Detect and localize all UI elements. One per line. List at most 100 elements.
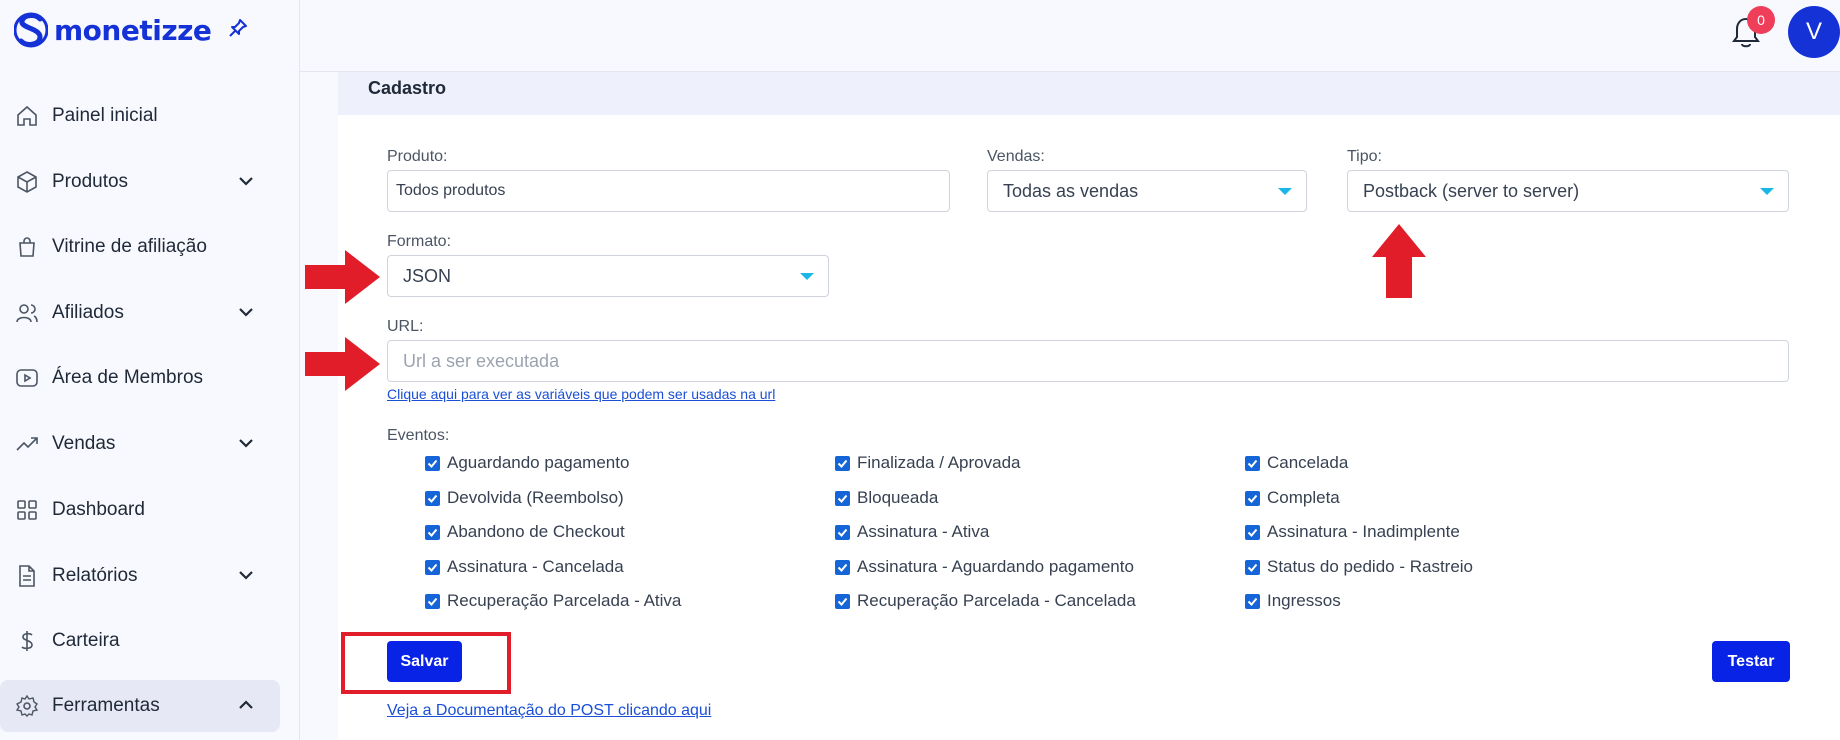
url-input[interactable]: Url a ser executada — [387, 340, 1789, 382]
play-icon — [14, 365, 40, 391]
formato-label: Formato: — [387, 233, 452, 250]
event-label: Aguardando pagamento — [447, 453, 630, 472]
chevron-down-icon[interactable] — [236, 171, 256, 197]
card-title: Cadastro — [368, 78, 447, 98]
eventos-label: Eventos: — [387, 427, 450, 444]
checkbox-checked-icon[interactable] — [835, 524, 850, 540]
event-checkbox[interactable]: Assinatura - Ativa — [835, 522, 989, 542]
checkbox-checked-icon[interactable] — [425, 524, 440, 540]
red-arrow-right-icon — [305, 337, 380, 391]
event-label: Assinatura - Inadimplente — [1267, 522, 1460, 541]
formato-select[interactable]: JSON — [387, 255, 829, 297]
checkbox-checked-icon[interactable] — [425, 455, 440, 471]
checkbox-checked-icon[interactable] — [425, 593, 440, 609]
sidebar-item-label: Vitrine de afiliação — [52, 236, 207, 257]
caret-down-icon — [800, 273, 814, 280]
sidebar-item-area-membros[interactable]: Área de Membros — [0, 352, 280, 404]
checkbox-checked-icon[interactable] — [835, 490, 850, 506]
sidebar-item-dashboard[interactable]: Dashboard — [0, 484, 280, 536]
event-checkbox[interactable]: Completa — [1245, 488, 1340, 508]
url-placeholder: Url a ser executada — [403, 350, 560, 371]
checkbox-checked-icon[interactable] — [1245, 524, 1260, 540]
brand-name: monetizze — [54, 13, 212, 47]
avatar[interactable]: V — [1788, 6, 1840, 58]
post-documentation-link[interactable]: Veja a Documentação do POST clicando aqu… — [387, 702, 711, 720]
produto-label: Produto: — [387, 148, 448, 165]
event-label: Recuperação Parcelada - Cancelada — [857, 591, 1136, 610]
chevron-down-icon[interactable] — [236, 433, 256, 459]
checkbox-checked-icon[interactable] — [835, 593, 850, 609]
card-header: Cadastro — [338, 72, 1840, 115]
event-checkbox[interactable]: Abandono de Checkout — [425, 522, 625, 542]
cadastro-card: Cadastro Produto: Todos produtos Vendas:… — [338, 72, 1840, 740]
dollar-icon — [14, 628, 40, 654]
sidebar-item-label: Painel inicial — [52, 105, 158, 126]
sidebar-item-painel-inicial[interactable]: Painel inicial — [0, 90, 280, 142]
event-checkbox[interactable]: Ingressos — [1245, 591, 1341, 611]
sidebar-item-label: Vendas — [52, 433, 116, 454]
event-label: Completa — [1267, 488, 1340, 507]
event-checkbox[interactable]: Finalizada / Aprovada — [835, 453, 1021, 473]
event-checkbox[interactable]: Recuperação Parcelada - Cancelada — [835, 591, 1136, 611]
sidebar-item-label: Ferramentas — [52, 695, 160, 716]
sidebar-item-label: Carteira — [52, 630, 120, 651]
produto-input[interactable]: Todos produtos — [387, 170, 950, 212]
checkbox-checked-icon[interactable] — [835, 455, 850, 471]
vendas-select[interactable]: Todas as vendas — [987, 170, 1307, 212]
sidebar-item-relatorios[interactable]: Relatórios — [0, 550, 280, 602]
event-checkbox[interactable]: Cancelada — [1245, 453, 1348, 473]
sidebar-item-label: Afiliados — [52, 302, 124, 323]
checkbox-checked-icon[interactable] — [1245, 490, 1260, 506]
shopping-bag-icon — [14, 234, 40, 260]
tipo-value: Postback (server to server) — [1363, 180, 1580, 201]
event-checkbox[interactable]: Assinatura - Cancelada — [425, 557, 624, 577]
produto-value: Todos produtos — [396, 182, 506, 199]
sidebar-item-afiliados[interactable]: Afiliados — [0, 287, 280, 339]
box-icon — [14, 169, 40, 195]
sidebar-item-ferramentas[interactable]: Ferramentas — [0, 680, 280, 732]
event-checkbox[interactable]: Assinatura - Inadimplente — [1245, 522, 1460, 542]
checkbox-checked-icon[interactable] — [1245, 455, 1260, 471]
chevron-up-icon[interactable] — [236, 695, 256, 721]
home-icon — [14, 103, 40, 129]
event-label: Bloqueada — [857, 488, 939, 507]
event-checkbox[interactable]: Status do pedido - Rastreio — [1245, 557, 1473, 577]
checkbox-checked-icon[interactable] — [425, 559, 440, 575]
chevron-down-icon[interactable] — [236, 565, 256, 591]
red-arrow-right-icon — [305, 250, 380, 304]
trending-up-icon — [14, 431, 40, 457]
users-icon — [14, 300, 40, 326]
tipo-select[interactable]: Postback (server to server) — [1347, 170, 1789, 212]
event-checkbox[interactable]: Aguardando pagamento — [425, 453, 629, 473]
caret-down-icon — [1760, 188, 1774, 195]
sidebar-item-vitrine[interactable]: Vitrine de afiliação — [0, 221, 280, 273]
sidebar-item-vendas[interactable]: Vendas — [0, 418, 280, 470]
formato-value: JSON — [403, 265, 452, 286]
checkbox-checked-icon[interactable] — [1245, 559, 1260, 575]
sidebar-item-carteira[interactable]: Carteira — [0, 615, 280, 667]
pin-icon[interactable] — [227, 17, 249, 44]
url-variables-link[interactable]: Clique aqui para ver as variáveis que po… — [387, 386, 775, 402]
tipo-label: Tipo: — [1347, 148, 1382, 165]
vendas-label: Vendas: — [987, 148, 1045, 165]
highlight-box-annotation — [341, 632, 511, 694]
event-label: Abandono de Checkout — [447, 522, 625, 541]
checkbox-checked-icon[interactable] — [1245, 593, 1260, 609]
event-label: Finalizada / Aprovada — [857, 453, 1021, 472]
event-checkbox[interactable]: Recuperação Parcelada - Ativa — [425, 591, 681, 611]
chevron-down-icon[interactable] — [236, 302, 256, 328]
topbar — [300, 0, 1840, 72]
event-label: Status do pedido - Rastreio — [1267, 557, 1474, 576]
logo[interactable]: monetizze — [14, 8, 249, 52]
url-label: URL: — [387, 318, 424, 335]
event-checkbox[interactable]: Assinatura - Aguardando pagamento — [835, 557, 1134, 577]
event-checkbox[interactable]: Bloqueada — [835, 488, 938, 508]
grid-icon — [14, 497, 40, 523]
checkbox-checked-icon[interactable] — [835, 559, 850, 575]
monetizze-logo-icon — [14, 12, 48, 48]
caret-down-icon — [1278, 188, 1292, 195]
checkbox-checked-icon[interactable] — [425, 490, 440, 506]
event-checkbox[interactable]: Devolvida (Reembolso) — [425, 488, 624, 508]
sidebar-item-produtos[interactable]: Produtos — [0, 156, 280, 208]
test-button[interactable]: Testar — [1712, 641, 1790, 682]
